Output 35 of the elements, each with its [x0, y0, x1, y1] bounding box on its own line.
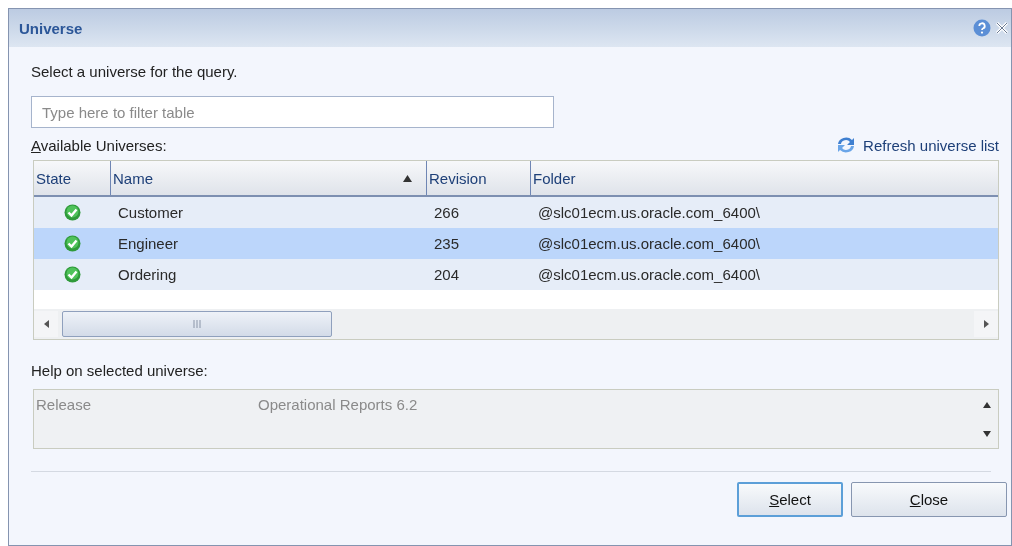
- table-row[interactable]: Customer 266 @slc01ecm.us.oracle.com_6400\: [34, 197, 998, 228]
- column-header[interactable]: State: [34, 161, 110, 195]
- name-cell-text: Engineer: [117, 234, 180, 254]
- instruction-text: Select a universe for the query.: [31, 63, 239, 80]
- column-header[interactable]: Revision: [426, 161, 530, 195]
- folder-cell-text: @slc01ecm.us.oracle.com_6400\: [537, 234, 761, 254]
- help-label: Help on selected universe:: [31, 362, 209, 379]
- name-cell-text: Ordering: [117, 265, 178, 285]
- revision-cell-text: 204: [433, 265, 461, 285]
- dialog-button[interactable]: Select: [737, 482, 843, 517]
- help-icon[interactable]: [973, 19, 991, 37]
- folder-cell-text: @slc01ecm.us.oracle.com_6400\: [537, 203, 761, 223]
- scroll-thumb[interactable]: [62, 311, 332, 337]
- horizontal-scrollbar[interactable]: [34, 309, 998, 339]
- column-header[interactable]: Name: [110, 161, 426, 195]
- refresh-link[interactable]: Refresh universe list: [835, 135, 999, 155]
- window-title: Universe: [19, 19, 83, 37]
- scroll-right-icon[interactable]: [983, 320, 989, 328]
- folder-cell-text: @slc01ecm.us.oracle.com_6400\: [537, 265, 761, 285]
- help-value: Operational Reports 6.2: [258, 395, 419, 415]
- dialog-button[interactable]: Close: [851, 482, 1007, 517]
- close-icon[interactable]: [995, 21, 1009, 35]
- scroll-up-icon[interactable]: [983, 401, 991, 408]
- list-label: Available Universes:: [31, 136, 167, 154]
- help-key: Release: [34, 390, 258, 448]
- grip-icon: [192, 319, 202, 329]
- scroll-left-icon[interactable]: [43, 320, 49, 328]
- name-cell-text: Customer: [117, 203, 185, 223]
- revision-cell-text: 235: [433, 234, 461, 254]
- revision-cell-text: 266: [433, 203, 461, 223]
- table-row[interactable]: Engineer 235 @slc01ecm.us.oracle.com_6400\: [34, 228, 998, 259]
- filter-field[interactable]: Type here to filter table: [31, 96, 554, 128]
- table-row[interactable]: Ordering 204 @slc01ecm.us.oracle.com_6400\: [34, 259, 998, 290]
- column-header[interactable]: Folder: [530, 161, 998, 195]
- scroll-down-icon[interactable]: [983, 430, 991, 437]
